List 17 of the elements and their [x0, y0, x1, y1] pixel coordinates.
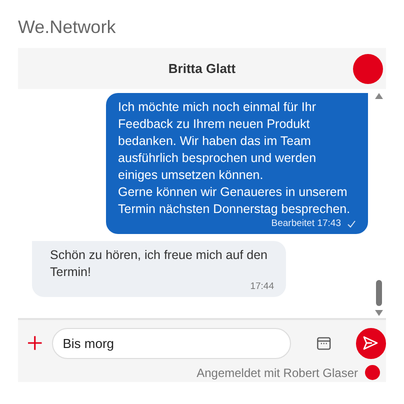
- app-title: We.Network: [18, 16, 117, 39]
- user-avatar[interactable]: [365, 365, 380, 380]
- login-status: Angemeldet mit Robert Glaser: [196, 366, 358, 380]
- avatar[interactable]: [353, 54, 383, 84]
- message-text: Schön zu hören, ich freue mich auf den Termin!: [50, 247, 268, 281]
- message-text: Ich möchte mich noch einmal für Ihr Feedback zu Ihrem neuen Produkt bedanken. Wir haben das im Team ausführlich besprochen und werden einiges umsetzen können. Gerne können wir Genaueres in unserem Termin nächsten Donnerstag besprechen.: [118, 99, 352, 218]
- message-time: 17:44: [250, 281, 274, 293]
- message-input[interactable]: Bis morg: [52, 328, 291, 358]
- contact-name: Britta Glatt: [168, 61, 236, 76]
- add-icon[interactable]: [28, 336, 42, 350]
- window-icon[interactable]: [316, 336, 331, 350]
- scroll-up-icon[interactable]: [375, 93, 383, 99]
- message-time: Bearbeitet 17:43: [271, 218, 341, 230]
- send-button[interactable]: [356, 328, 386, 358]
- send-icon: [363, 336, 378, 350]
- scroll-down-icon[interactable]: [375, 310, 383, 316]
- scrollbar-thumb[interactable]: [376, 280, 382, 306]
